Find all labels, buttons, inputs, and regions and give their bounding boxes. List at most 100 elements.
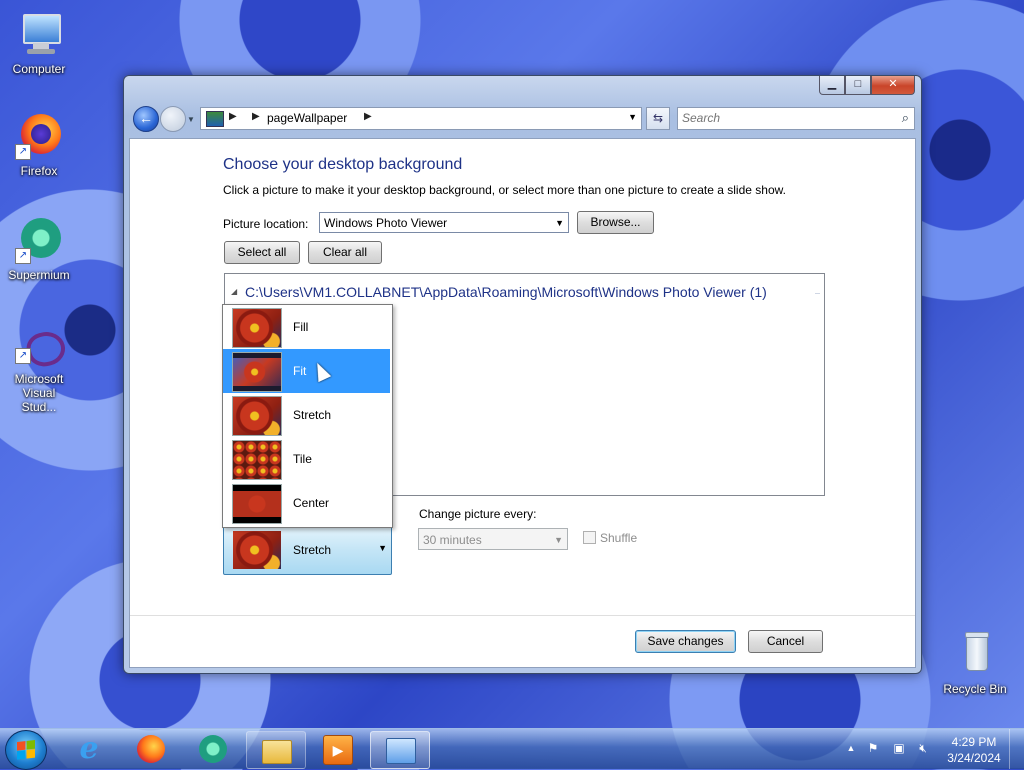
save-changes-button[interactable]: Save changes	[635, 630, 736, 653]
fill-thumbnail	[232, 308, 282, 348]
position-option-stretch[interactable]: Stretch	[223, 393, 390, 437]
taskbar-firefox[interactable]	[122, 731, 180, 767]
position-option-fill[interactable]: Fill	[223, 305, 390, 349]
fit-thumbnail	[232, 352, 282, 392]
option-label: Tile	[293, 452, 312, 466]
shortcut-arrow-icon: ↗	[15, 348, 31, 364]
clock-date: 3/24/2024	[947, 751, 1001, 765]
forward-button[interactable]	[160, 106, 186, 132]
option-label: Center	[293, 496, 330, 510]
firefox-icon	[137, 735, 165, 763]
select-all-button[interactable]: Select all	[224, 241, 300, 264]
picture-location-label: Picture location:	[223, 217, 309, 231]
control-panel-icon	[386, 738, 416, 764]
volume-muted-icon[interactable]: 🔇︎	[916, 741, 930, 755]
close-button[interactable]: ✕	[871, 76, 915, 95]
option-label: Fill	[293, 320, 309, 334]
search-icon[interactable]: ⌕	[902, 110, 909, 126]
taskbar-media-player[interactable]: ▶	[308, 731, 366, 767]
media-player-icon: ▶	[323, 735, 353, 765]
chevron-down-icon: ▼	[554, 535, 563, 545]
refresh-button[interactable]: ⇆	[646, 107, 670, 130]
desktop-icon-label: Recycle Bin	[943, 682, 1007, 696]
desktop-icon-label: Supermium	[8, 268, 70, 282]
position-option-fit[interactable]: Fit	[223, 349, 390, 393]
taskbar-control-panel[interactable]	[370, 731, 430, 769]
clock-time: 4:29 PM	[951, 735, 997, 749]
network-icon[interactable]: ▣	[892, 741, 906, 755]
desktop-icon-visual-studio[interactable]: ↗ Microsoft Visual Stud...	[1, 327, 77, 414]
stretch-thumbnail	[232, 396, 282, 436]
chevron-right-icon[interactable]: ▶	[252, 111, 260, 122]
option-label: Fit	[293, 364, 307, 378]
folder-group-header[interactable]: C:\Users\VM1.COLLABNET\AppData\Roaming\M…	[245, 284, 767, 300]
chevron-right-icon[interactable]: ▶	[229, 111, 237, 122]
navigation-bar: ← ▼ ▶ ▶ pageWallpaper ▶ ▼ ⇆ ⌕	[130, 104, 915, 134]
page-title: Choose your desktop background	[223, 156, 463, 173]
picture-position-value: Stretch	[293, 543, 332, 557]
footer-divider	[130, 615, 915, 616]
tile-thumbnail	[232, 440, 282, 480]
recent-pages-dropdown-icon[interactable]: ▼	[187, 115, 195, 124]
shortcut-arrow-icon: ↗	[15, 248, 31, 264]
control-panel-icon	[206, 111, 224, 127]
taskbar: e ▶ ▲ ⚑ ▣ 🔇︎ 4:29 PM 3/24/2024	[0, 728, 1024, 770]
arrow-left-icon: ←	[139, 110, 153, 126]
center-thumbnail	[232, 484, 282, 524]
cancel-button[interactable]: Cancel	[748, 630, 823, 653]
browse-button[interactable]: Browse...	[577, 211, 654, 234]
maximize-button[interactable]: □	[845, 76, 871, 95]
group-divider	[815, 293, 820, 294]
address-bar[interactable]: ▶ ▶ pageWallpaper ▶ ▼	[200, 107, 642, 130]
computer-icon	[15, 10, 63, 58]
picture-location-value: Windows Photo Viewer	[324, 216, 448, 230]
desktop-icon-supermium[interactable]: ↗ Supermium	[1, 216, 77, 282]
breadcrumb[interactable]: pageWallpaper	[267, 111, 347, 125]
action-center-flag-icon[interactable]: ⚑	[866, 741, 880, 755]
change-interval-value: 30 minutes	[423, 533, 482, 547]
picture-location-select[interactable]: Windows Photo Viewer ▼	[319, 212, 569, 233]
position-option-center[interactable]: Center	[223, 481, 390, 525]
refresh-icon: ⇆	[652, 111, 664, 125]
taskbar-supermium[interactable]	[184, 731, 242, 767]
shuffle-checkbox: Shuffle	[583, 531, 637, 545]
system-clock[interactable]: 4:29 PM 3/24/2024	[940, 734, 1008, 766]
back-button[interactable]: ←	[133, 106, 159, 132]
collapse-arrow-icon[interactable]: ◢	[231, 287, 237, 296]
chevron-down-icon: ▼	[378, 543, 387, 553]
recycle-bin-icon	[951, 630, 999, 678]
show-desktop-button[interactable]	[1009, 729, 1024, 769]
start-button[interactable]	[5, 730, 47, 770]
shuffle-label: Shuffle	[600, 531, 638, 545]
firefox-icon: ↗	[15, 112, 63, 160]
clear-all-button[interactable]: Clear all	[308, 241, 382, 264]
address-dropdown-icon[interactable]: ▼	[628, 112, 637, 122]
desktop-icon-firefox[interactable]: ↗ Firefox	[1, 112, 77, 178]
windows-logo-icon	[17, 740, 35, 760]
desktop-icon-label: Computer	[12, 62, 66, 76]
chevron-down-icon: ▼	[555, 218, 564, 228]
minimize-button[interactable]: ▁	[819, 76, 845, 95]
option-label: Stretch	[293, 408, 332, 422]
desktop-icon-computer[interactable]: Computer	[1, 10, 77, 76]
desktop-icon-label: Microsoft Visual Stud...	[14, 372, 64, 414]
picture-position-dropdown: Fill Fit Stretch Tile Center	[222, 304, 393, 528]
change-interval-select: 30 minutes ▼	[418, 528, 568, 550]
show-hidden-icons-icon[interactable]: ▲	[844, 741, 858, 755]
desktop-icon-recycle-bin[interactable]: Recycle Bin	[937, 630, 1013, 696]
chevron-right-icon[interactable]: ▶	[364, 111, 372, 122]
search-input[interactable]	[678, 108, 886, 127]
picture-position-select[interactable]: Stretch ▼	[223, 525, 392, 575]
page-description: Click a picture to make it your desktop …	[223, 183, 786, 197]
supermium-icon	[199, 735, 227, 763]
position-option-tile[interactable]: Tile	[223, 437, 390, 481]
taskbar-file-explorer[interactable]	[246, 731, 306, 769]
shortcut-arrow-icon: ↗	[15, 144, 31, 160]
window-controls: ▁ □ ✕	[819, 76, 915, 95]
checkbox-box	[583, 531, 596, 544]
change-picture-label: Change picture every:	[419, 507, 537, 521]
folder-icon	[262, 740, 292, 764]
search-box[interactable]: ⌕	[677, 107, 915, 130]
supermium-icon: ↗	[15, 216, 63, 264]
taskbar-internet-explorer[interactable]: e	[60, 731, 118, 767]
